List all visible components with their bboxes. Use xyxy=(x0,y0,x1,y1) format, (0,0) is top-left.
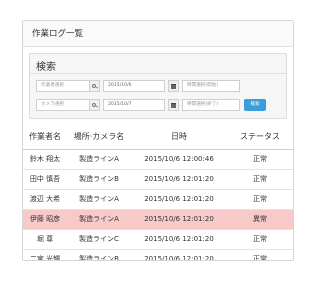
calendar-icon xyxy=(171,102,176,108)
column-header-location[interactable]: 場所·カメラ名 xyxy=(67,125,131,150)
cell-location: 製造ラインC xyxy=(67,228,131,249)
worker-select[interactable]: 作業者選択 xyxy=(36,80,90,92)
cell-worker: 田中 慎吾 xyxy=(23,168,67,189)
column-header-worker[interactable]: 作業者名 xyxy=(23,125,67,150)
worker-search-button[interactable] xyxy=(89,80,100,92)
camera-search-button[interactable] xyxy=(89,99,100,111)
cell-worker: 鈴木 翔太 xyxy=(23,148,67,169)
cell-status: 正常 xyxy=(227,248,293,260)
table-row[interactable]: 渡辺 大希 製造ラインA 2015/10/6 12:01:20 正常 xyxy=(23,188,293,209)
cell-location: 製造ラインB xyxy=(67,168,131,189)
cell-location: 製造ラインA xyxy=(67,208,131,229)
column-header-status[interactable]: ステータス xyxy=(227,125,293,150)
table-row[interactable]: 鈴木 翔太 製造ラインA 2015/10/6 12:00:46 正常 xyxy=(23,148,293,169)
cell-datetime: 2015/10/6 12:00:46 xyxy=(131,148,227,169)
cell-worker: 二宮 光輝 xyxy=(23,248,67,260)
cell-worker: 伊藤 昭彦 xyxy=(23,208,67,229)
cell-datetime: 2015/10/6 12:01:20 xyxy=(131,208,227,229)
table-row[interactable]: 堀 尊 製造ラインC 2015/10/6 12:01:20 正常 xyxy=(23,228,293,249)
calendar-icon xyxy=(171,83,176,89)
cell-status: 正常 xyxy=(227,188,293,209)
search-box: 検索 作業者選択 2015/10/6 時間選択(開始) カメラ選択 2015/1… xyxy=(29,53,287,119)
cell-location: 製造ラインA xyxy=(67,148,131,169)
page-title: 作業ログ一覧 xyxy=(23,21,293,47)
table-row[interactable]: 二宮 光輝 製造ラインB 2015/10/6 12:01:20 正常 xyxy=(23,248,293,260)
table-row[interactable]: 田中 慎吾 製造ラインB 2015/10/6 12:01:20 正常 xyxy=(23,168,293,189)
time-from-select[interactable]: 時間選択(開始) xyxy=(182,80,240,92)
cell-location: 製造ラインB xyxy=(67,248,131,260)
work-log-panel: 作業ログ一覧 検索 作業者選択 2015/10/6 時間選択(開始) カメラ選択… xyxy=(22,20,294,261)
search-divider xyxy=(30,73,286,74)
magnifier-icon xyxy=(92,102,98,108)
date-to-calendar-button[interactable] xyxy=(168,99,179,111)
table-header-row: 作業者名 場所·カメラ名 日時 ステータス xyxy=(23,125,293,150)
date-to-input[interactable]: 2015/10/7 xyxy=(103,99,165,111)
cell-datetime: 2015/10/6 12:01:20 xyxy=(131,188,227,209)
cell-location: 製造ラインA xyxy=(67,188,131,209)
date-from-calendar-button[interactable] xyxy=(168,80,179,92)
magnifier-icon xyxy=(92,83,98,89)
cell-status: 異常 xyxy=(227,208,293,229)
date-from-input[interactable]: 2015/10/6 xyxy=(103,80,165,92)
camera-select[interactable]: カメラ選択 xyxy=(36,99,90,111)
cell-status: 正常 xyxy=(227,228,293,249)
cell-status: 正常 xyxy=(227,148,293,169)
search-title: 検索 xyxy=(36,62,56,73)
search-button[interactable]: 検索 xyxy=(244,99,266,111)
cell-worker: 堀 尊 xyxy=(23,228,67,249)
cell-datetime: 2015/10/6 12:01:20 xyxy=(131,248,227,260)
table-row-alert[interactable]: 伊藤 昭彦 製造ラインA 2015/10/6 12:01:20 異常 xyxy=(23,208,293,229)
time-to-select[interactable]: 時間選択(終了) xyxy=(182,99,240,111)
work-log-table: 作業者名 場所·カメラ名 日時 ステータス 鈴木 翔太 製造ラインA 2015/… xyxy=(23,125,293,260)
cell-datetime: 2015/10/6 12:01:20 xyxy=(131,168,227,189)
column-header-datetime[interactable]: 日時 xyxy=(131,125,227,150)
cell-worker: 渡辺 大希 xyxy=(23,188,67,209)
cell-datetime: 2015/10/6 12:01:20 xyxy=(131,228,227,249)
cell-status: 正常 xyxy=(227,168,293,189)
